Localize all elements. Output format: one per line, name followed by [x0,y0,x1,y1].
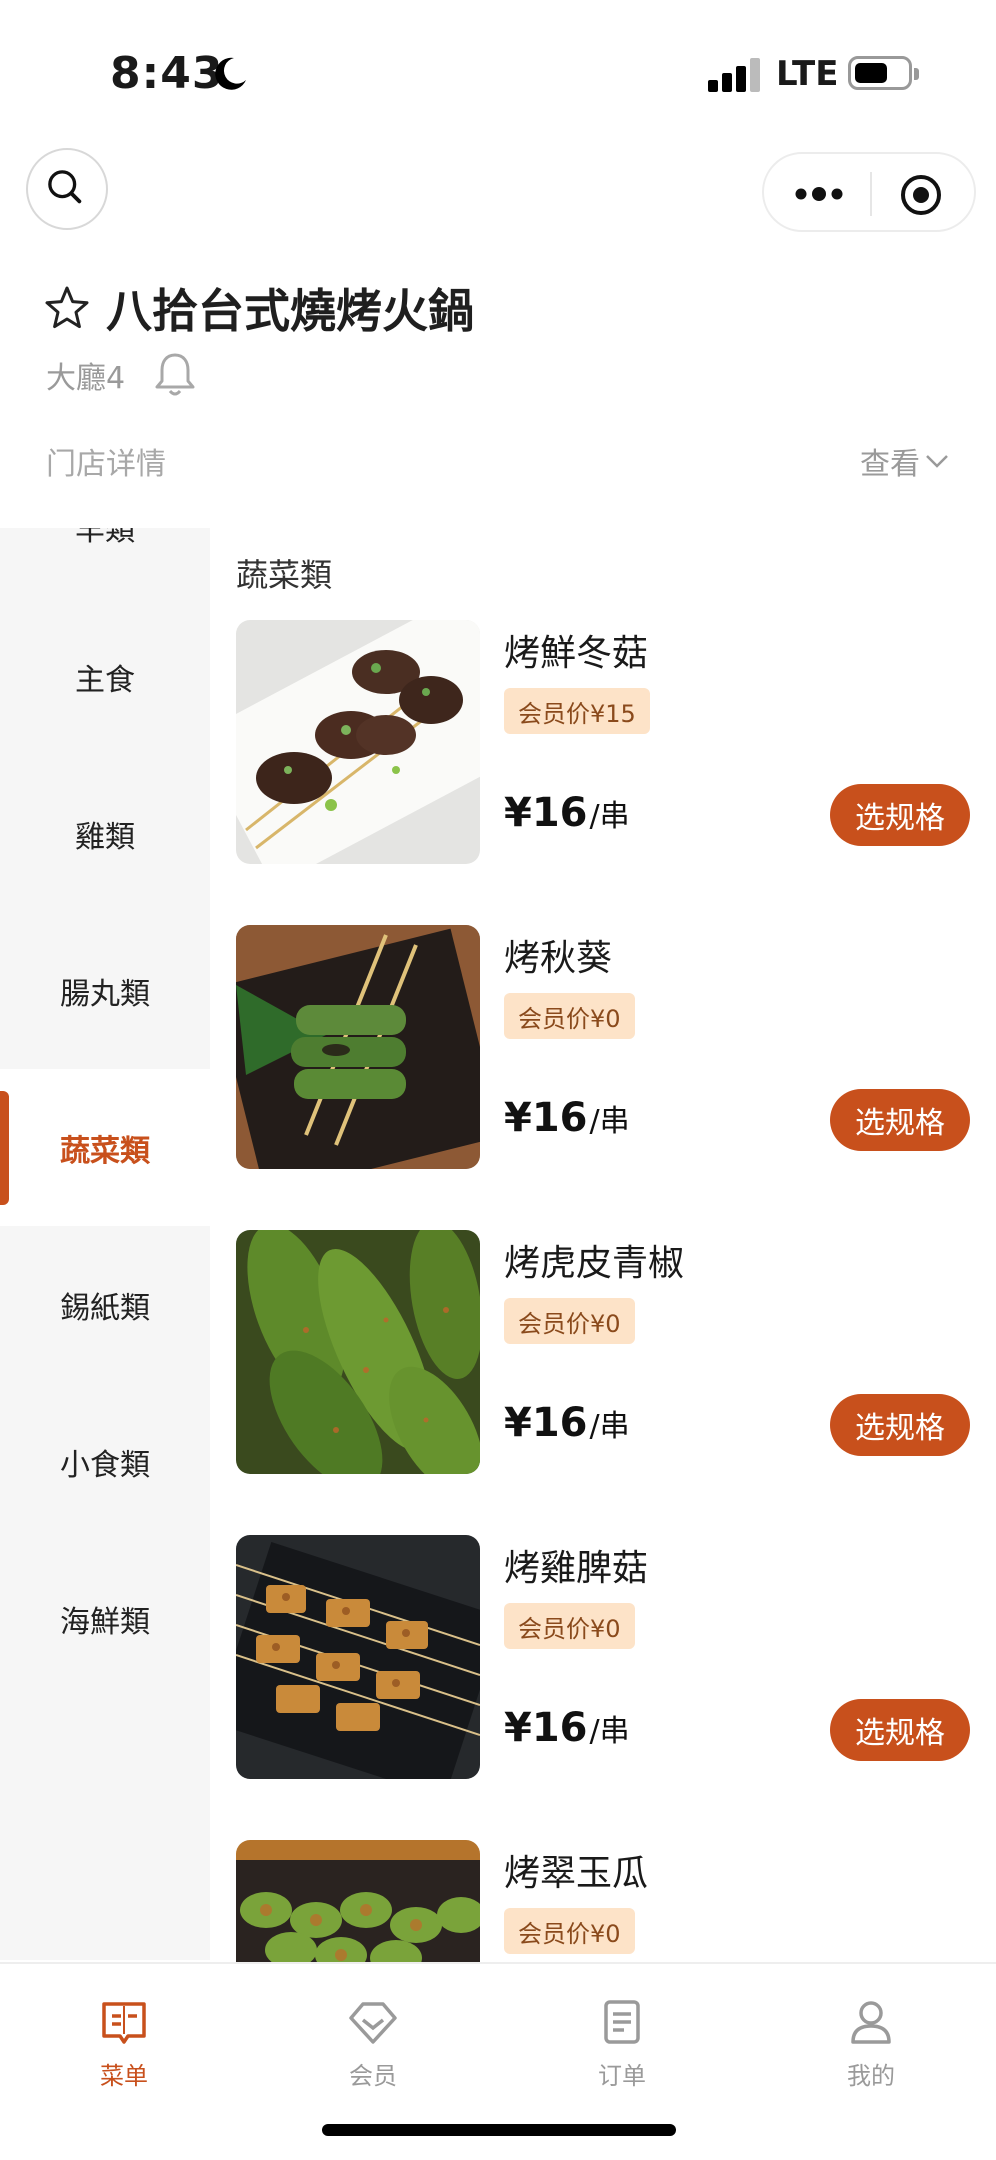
product-item[interactable]: 烤雞脾菇 会员价¥0 ¥16 /串 选规格 [236,1535,976,1781]
product-name: 烤鮮冬菇 [504,633,649,674]
home-indicator [322,2124,676,2136]
product-image[interactable] [236,1535,480,1779]
member-price-tag: 会员价¥0 [504,1908,635,1954]
close-target-icon[interactable] [900,174,942,216]
category-item[interactable]: 雞類 [0,755,210,912]
price-amount: ¥16 [504,1705,588,1751]
product-image[interactable] [236,620,480,864]
member-price-tag: 会员价¥15 [504,688,650,734]
member-price-tag: 会员价¥0 [504,993,635,1039]
category-item[interactable]: 主食 [0,598,210,755]
search-button[interactable] [26,148,108,230]
category-label: 海鮮類 [60,1604,150,1640]
search-icon [48,170,82,204]
table-number: 大廳4 [46,361,126,396]
price-unit: /串 [589,799,630,834]
select-spec-button[interactable]: 选规格 [830,1699,970,1761]
product-item[interactable]: 烤秋葵 会员价¥0 ¥16 /串 选规格 [236,925,976,1171]
product-price: ¥16 /串 [504,1705,630,1751]
price-unit: /串 [589,1714,630,1749]
more-icon[interactable] [792,182,846,206]
profile-icon [851,2001,891,2044]
store-detail-label: 门店详情 [46,447,166,482]
tab-menu[interactable]: 菜单 [0,1996,248,2106]
signal-icon [708,58,760,92]
tab-label: 订单 [598,2062,646,2090]
tab-orders[interactable]: 订单 [498,1996,746,2106]
category-label: 腸丸類 [60,976,150,1012]
product-image[interactable] [236,1230,480,1474]
store-name: 八拾台式燒烤火鍋 [106,284,474,338]
battery-icon [848,56,919,90]
product-name: 烤翠玉瓜 [504,1853,649,1894]
category-item[interactable]: 腸丸類 [0,912,210,1069]
order-list-icon [604,2000,640,2044]
view-label: 查看 [860,447,920,482]
category-item-active[interactable]: 蔬菜類 [0,1069,210,1226]
product-image[interactable] [236,1840,480,1962]
product-image[interactable] [236,925,480,1169]
product-price: ¥16 /串 [504,790,630,836]
member-price-tag: 会员价¥0 [504,1298,635,1344]
table-info: 大廳4 [46,350,197,400]
tab-member[interactable]: 会员 [249,1996,497,2106]
category-sidebar: 羊類 主食 雞類 腸丸類 蔬菜類 錫紙類 小食類 海鮮類 [0,528,210,1960]
status-time: 8:43 [110,48,224,99]
network-type: LTE [776,54,839,94]
category-label: 小食類 [60,1447,150,1483]
category-label: 錫紙類 [60,1290,150,1326]
product-item[interactable]: 烤鮮冬菇 会员价¥15 ¥16 /串 选规格 [236,620,976,866]
category-label: 主食 [75,662,135,698]
category-item[interactable]: 小食類 [0,1383,210,1540]
price-amount: ¥16 [504,790,588,836]
miniprogram-capsule [762,152,976,232]
product-name: 烤雞脾菇 [504,1548,649,1589]
category-item[interactable]: 羊類 [0,528,210,605]
category-item[interactable]: 錫紙類 [0,1226,210,1383]
product-name: 烤秋葵 [504,938,613,979]
product-item[interactable]: 烤虎皮青椒 会员价¥0 ¥16 /串 选规格 [236,1230,976,1476]
tab-label: 我的 [847,2062,895,2090]
section-title: 蔬菜類 [236,556,333,594]
select-spec-button[interactable]: 选规格 [830,784,970,846]
price-unit: /串 [589,1409,630,1444]
category-item[interactable]: 海鮮類 [0,1540,210,1697]
price-amount: ¥16 [504,1095,588,1141]
select-spec-button[interactable]: 选规格 [830,1089,970,1151]
status-bar: 8:43 LTE [0,0,996,140]
star-icon[interactable] [42,283,92,333]
category-label: 羊類 [75,528,135,548]
store-detail-row[interactable]: 门店详情 查看 [46,436,950,486]
product-price: ¥16 /串 [504,1400,630,1446]
product-name: 烤虎皮青椒 [504,1243,685,1284]
category-label: 蔬菜類 [60,1133,150,1169]
tab-profile[interactable]: 我的 [747,1996,995,2106]
tab-label: 会员 [349,2062,397,2090]
product-item[interactable]: 烤翠玉瓜 会员价¥0 [236,1840,976,1962]
product-price: ¥16 /串 [504,1095,630,1141]
member-price-tag: 会员价¥0 [504,1603,635,1649]
bell-icon[interactable] [153,351,197,399]
tab-label: 菜单 [100,2062,148,2090]
view-store-detail-link[interactable]: 查看 [860,439,950,483]
store-title-row: 八拾台式燒烤火鍋 [42,278,474,338]
price-unit: /串 [589,1104,630,1139]
select-spec-button[interactable]: 选规格 [830,1394,970,1456]
chevron-down-icon [926,455,948,468]
member-diamond-icon [349,2002,397,2044]
moon-icon [215,57,246,90]
menu-book-icon [102,2002,146,2044]
capsule-divider [870,172,872,216]
category-label: 雞類 [75,819,135,855]
price-amount: ¥16 [504,1400,588,1446]
